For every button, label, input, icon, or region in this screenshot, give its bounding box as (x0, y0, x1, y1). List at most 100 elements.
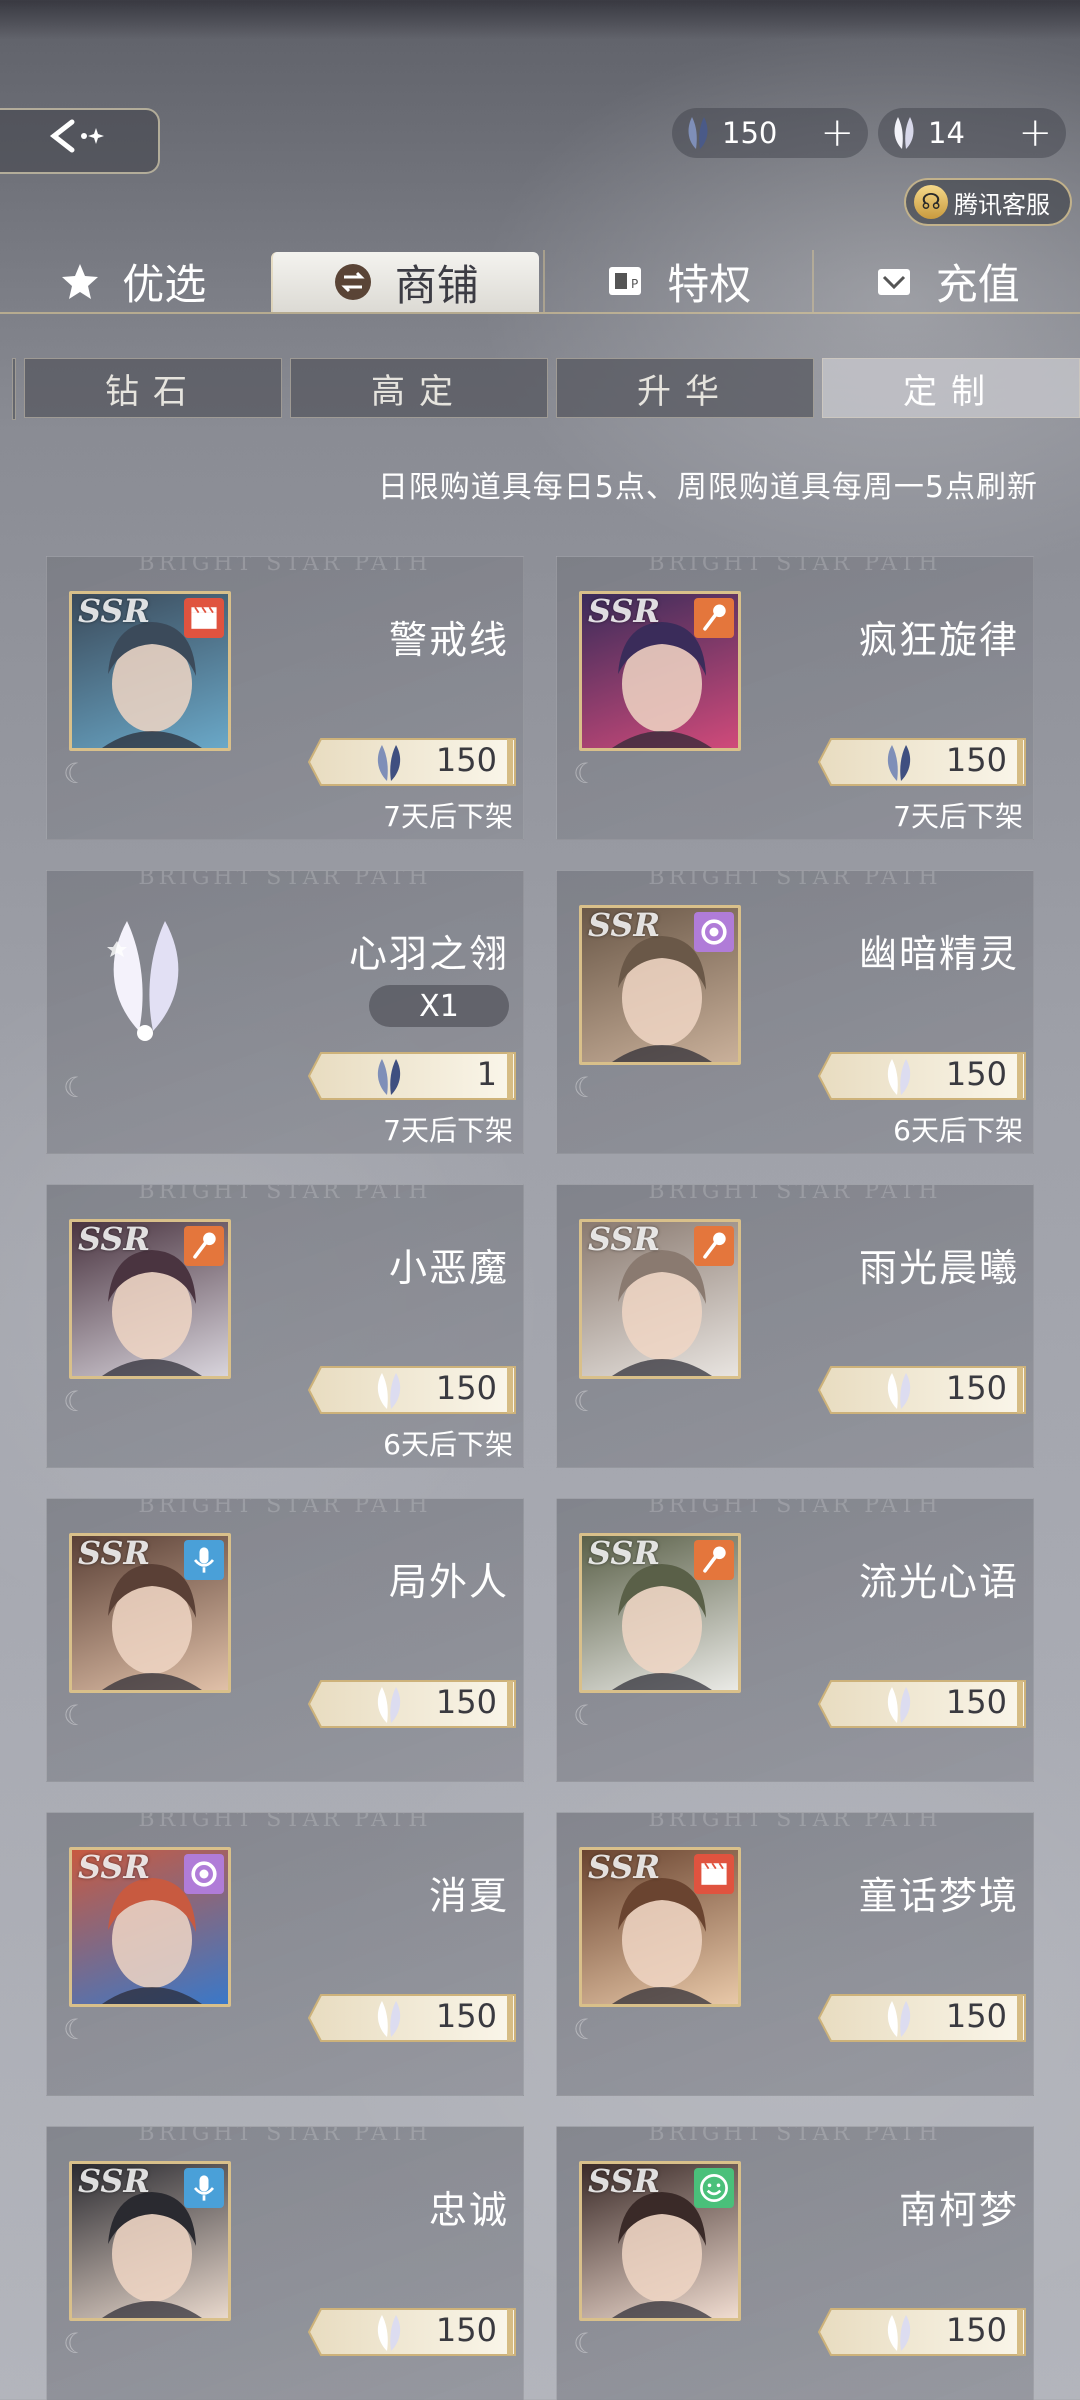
feather-item-icon (87, 911, 207, 1051)
clapper-icon (184, 598, 224, 638)
product-card[interactable]: BRIGHT STAR PATH SSR 警戒线 150 7天后下架 ☾ (46, 556, 524, 840)
white-feather-icon (881, 1685, 917, 1725)
moon-icon: ☾ (63, 1071, 89, 1104)
subtab-custom[interactable]: 定制 (821, 358, 1080, 418)
tab-recharge[interactable]: 充值 (811, 250, 1080, 312)
ssr-badge: SSR (588, 1220, 661, 1258)
add-currency-button[interactable]: + (820, 110, 854, 156)
product-card[interactable]: BRIGHT STAR PATH SSR 童话梦境 150 ☾ (556, 1812, 1034, 2096)
price-button[interactable]: 150 (817, 2307, 1033, 2357)
main-tab-bar: 优选 商铺 P 特权 充值 (0, 250, 1080, 314)
svg-text:P: P (631, 277, 638, 291)
price-button[interactable]: 150 (307, 1993, 523, 2043)
tab-privilege[interactable]: P 特权 (543, 250, 812, 312)
white-feather-icon (371, 1371, 407, 1411)
podcast-icon (184, 1540, 224, 1580)
price-button[interactable]: 150 (817, 1051, 1033, 1101)
card-watermark: BRIGHT STAR PATH (648, 1812, 942, 1832)
product-card[interactable]: BRIGHT STAR PATH SSR 小恶魔 150 6天后下架 ☾ (46, 1184, 524, 1468)
expiry-text: 7天后下架 (893, 800, 1023, 833)
product-name: 忠诚 (428, 2188, 509, 2232)
sub-tab-bar: 钻石 高定 升华 定制 (0, 358, 1080, 420)
ssr-badge: SSR (78, 1534, 151, 1572)
character-portrait: SSR (579, 905, 741, 1065)
product-card[interactable]: BRIGHT STAR PATH SSR 疯狂旋律 150 7天后下架 ☾ (556, 556, 1034, 840)
card-watermark: BRIGHT STAR PATH (138, 1184, 432, 1204)
product-name: 局外人 (388, 1560, 509, 1604)
back-arrow-icon (44, 116, 114, 166)
product-card[interactable]: BRIGHT STAR PATH SSR 幽暗精灵 150 6天后下架 ☾ (556, 870, 1034, 1154)
subtab-diamond[interactable]: 钻石 (23, 358, 282, 418)
price-button[interactable]: 150 (817, 737, 1033, 787)
currency-blue-feather: 150 + (672, 108, 868, 158)
card-watermark: BRIGHT STAR PATH (648, 556, 942, 576)
card-watermark: BRIGHT STAR PATH (138, 2126, 432, 2146)
product-grid: BRIGHT STAR PATH SSR 警戒线 150 7天后下架 ☾ BRI… (46, 556, 1036, 2400)
product-card[interactable]: BRIGHT STAR PATH SSR 雨光晨曦 150 ☾ (556, 1184, 1034, 1468)
product-card[interactable]: BRIGHT STAR PATH SSR 流光心语 150 ☾ (556, 1498, 1034, 1782)
microphone-icon (694, 598, 734, 638)
product-card[interactable]: BRIGHT STAR PATH 心羽之翎 X1 1 7天后下架 ☾ (46, 870, 524, 1154)
price-value: 150 (945, 741, 1007, 779)
product-name: 雨光晨曦 (858, 1246, 1019, 1290)
customer-service-button[interactable]: ☊ 腾讯客服 (904, 178, 1072, 226)
moon-icon: ☾ (573, 1071, 599, 1104)
product-card[interactable]: BRIGHT STAR PATH SSR 局外人 150 ☾ (46, 1498, 524, 1782)
white-feather-icon (881, 2313, 917, 2353)
white-feather-icon (881, 1057, 917, 1097)
tab-featured[interactable]: 优选 (0, 250, 267, 312)
sub-tab-edge (12, 358, 16, 420)
card-watermark: BRIGHT STAR PATH (648, 1498, 942, 1518)
ssr-badge: SSR (588, 1848, 661, 1886)
price-value: 150 (945, 1055, 1007, 1093)
podcast-icon (184, 2168, 224, 2208)
ssr-badge: SSR (78, 592, 151, 630)
camera-icon (184, 1854, 224, 1894)
card-watermark: BRIGHT STAR PATH (138, 1812, 432, 1832)
ssr-badge: SSR (588, 592, 661, 630)
ssr-badge: SSR (588, 906, 661, 944)
character-portrait: SSR (579, 1847, 741, 2007)
card-icon: P (605, 261, 645, 301)
price-button[interactable]: 150 (817, 1365, 1033, 1415)
character-portrait: SSR (579, 1219, 741, 1379)
add-currency-button[interactable]: + (1018, 110, 1052, 156)
card-watermark: BRIGHT STAR PATH (648, 870, 942, 890)
character-portrait: SSR (579, 591, 741, 751)
smile-icon (694, 2168, 734, 2208)
expiry-text: 7天后下架 (383, 1114, 513, 1147)
product-card[interactable]: BRIGHT STAR PATH SSR 消夏 150 ☾ (46, 1812, 524, 2096)
card-watermark: BRIGHT STAR PATH (138, 1498, 432, 1518)
ssr-badge: SSR (588, 1534, 661, 1572)
tab-shop[interactable]: 商铺 (270, 252, 539, 312)
character-portrait: SSR (69, 591, 231, 751)
blue-feather-icon (881, 743, 917, 783)
exchange-icon (333, 262, 373, 302)
product-card[interactable]: BRIGHT STAR PATH SSR 忠诚 150 ☾ (46, 2126, 524, 2400)
price-value: 150 (435, 2311, 497, 2349)
microphone-icon (184, 1226, 224, 1266)
blue-feather-icon (371, 743, 407, 783)
back-button[interactable] (0, 108, 160, 174)
price-button[interactable]: 150 (307, 2307, 523, 2357)
moon-icon: ☾ (63, 2013, 89, 2046)
price-button[interactable]: 1 (307, 1051, 523, 1101)
price-button[interactable]: 150 (817, 1993, 1033, 2043)
price-button[interactable]: 150 (307, 1679, 523, 1729)
moon-icon: ☾ (63, 1699, 89, 1732)
refresh-notice: 日限购道具每日5点、周限购道具每周一5点刷新 (377, 470, 1038, 505)
ssr-badge: SSR (78, 1220, 151, 1258)
tab-label: 优选 (122, 259, 207, 309)
product-card[interactable]: BRIGHT STAR PATH SSR 南柯梦 150 ☾ (556, 2126, 1034, 2400)
price-button[interactable]: 150 (307, 1365, 523, 1415)
subtab-sublimation[interactable]: 升华 (555, 358, 814, 418)
subtab-haute-couture[interactable]: 高定 (289, 358, 548, 418)
moon-icon: ☾ (63, 2327, 89, 2360)
character-portrait: SSR (69, 1219, 231, 1379)
price-button[interactable]: 150 (817, 1679, 1033, 1729)
price-button[interactable]: 150 (307, 737, 523, 787)
blue-feather-icon (371, 1057, 407, 1097)
moon-icon: ☾ (573, 757, 599, 790)
character-portrait: SSR (579, 2161, 741, 2321)
white-feather-icon (371, 1685, 407, 1725)
